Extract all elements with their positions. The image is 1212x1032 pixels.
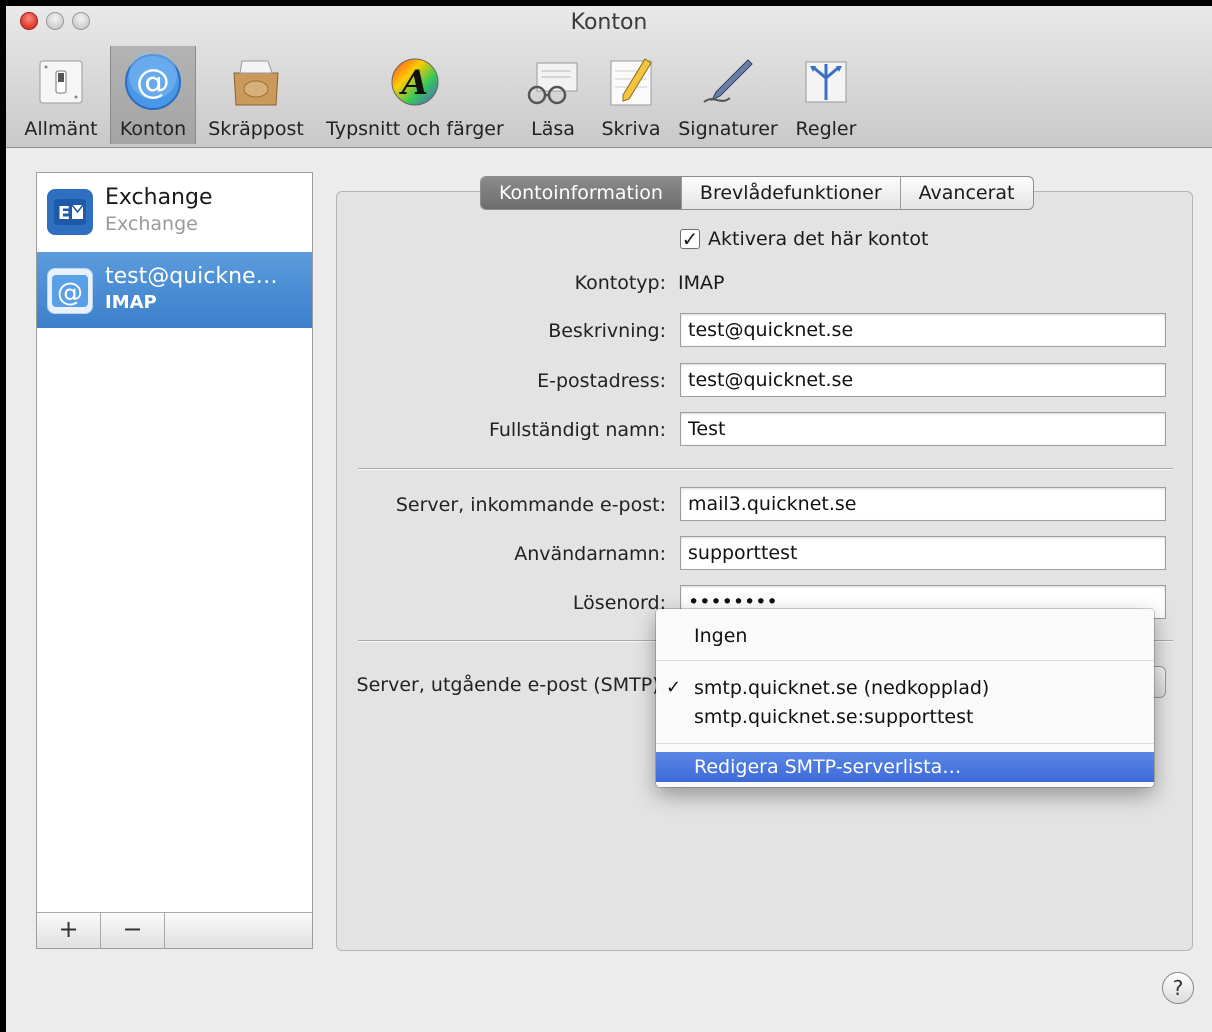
toolbar-label: Allmänt bbox=[24, 118, 98, 140]
add-account-button[interactable]: + bbox=[37, 913, 101, 948]
toolbar-item-typsnitt[interactable]: A Typsnitt och färger bbox=[318, 46, 512, 144]
description-field[interactable] bbox=[680, 313, 1166, 347]
username-label: Användarnamn: bbox=[514, 543, 666, 565]
preferences-window: Konton Allmänt @ Konton Skräppost A Typs… bbox=[6, 6, 1212, 1032]
toolbar-item-regler[interactable]: Regler bbox=[790, 46, 862, 144]
junk-mail-icon bbox=[224, 52, 288, 112]
toolbar-label: Typsnitt och färger bbox=[326, 118, 504, 140]
svg-text:@: @ bbox=[136, 62, 170, 102]
tab-avancerat[interactable]: Avancerat bbox=[901, 177, 1033, 209]
menu-item-smtp-nedkopplad[interactable]: ✓ smtp.quicknet.se (nedkopplad) bbox=[656, 673, 1154, 703]
enable-account-checkbox[interactable]: ✓ bbox=[680, 227, 700, 251]
account-item-exchange[interactable]: E Exchange Exchange bbox=[37, 173, 312, 249]
fountain-pen-icon bbox=[696, 52, 760, 112]
menu-separator bbox=[656, 660, 1154, 661]
svg-text:A: A bbox=[399, 63, 428, 103]
checkmark-icon: ✓ bbox=[681, 227, 699, 251]
at-sign-icon: @ bbox=[121, 52, 185, 112]
checkmark-icon: ✓ bbox=[666, 677, 682, 698]
tab-kontoinformation[interactable]: Kontoinformation bbox=[481, 177, 682, 209]
toolbar-item-signaturer[interactable]: Signaturer bbox=[674, 46, 782, 144]
account-list: E Exchange Exchange @ test@quickne… IMAP… bbox=[36, 172, 313, 949]
svg-text:@: @ bbox=[57, 278, 83, 308]
pencil-notepad-icon bbox=[599, 52, 663, 112]
menu-separator bbox=[656, 743, 1154, 744]
menu-item-label: Ingen bbox=[694, 625, 748, 647]
toolbar-label: Konton bbox=[119, 118, 187, 140]
account-type-label: Kontotyp: bbox=[574, 272, 666, 294]
description-label: Beskrivning: bbox=[548, 320, 666, 342]
fonts-colors-icon: A bbox=[383, 52, 447, 112]
toolbar-item-skrappost[interactable]: Skräppost bbox=[204, 46, 308, 144]
toolbar-item-skriva[interactable]: Skriva bbox=[594, 46, 668, 144]
account-item-imap[interactable]: @ test@quickne… IMAP bbox=[37, 252, 312, 328]
outgoing-server-label: Server, utgående e-post (SMTP): bbox=[356, 674, 666, 696]
menu-item-ingen[interactable]: Ingen bbox=[656, 621, 1154, 651]
at-sign-icon: @ bbox=[47, 268, 93, 314]
help-button[interactable]: ? bbox=[1162, 972, 1194, 1004]
account-settings-panel bbox=[336, 191, 1193, 951]
username-field[interactable] bbox=[680, 536, 1166, 570]
menu-item-smtp-supporttest[interactable]: smtp.quicknet.se:supporttest bbox=[656, 702, 1154, 732]
reading-glasses-icon bbox=[521, 52, 585, 112]
toolbar-label: Skriva bbox=[601, 118, 661, 140]
tab-brevladefunktioner[interactable]: Brevlådefunktioner bbox=[682, 177, 901, 209]
exchange-icon: E bbox=[47, 189, 93, 235]
toolbar-label: Signaturer bbox=[678, 118, 778, 140]
incoming-server-label: Server, inkommande e-post: bbox=[395, 494, 666, 516]
account-name: Exchange bbox=[105, 185, 213, 210]
toolbar-item-allmant[interactable]: Allmänt bbox=[18, 46, 104, 144]
account-type-value: IMAP bbox=[678, 272, 725, 294]
toolbar-item-konton[interactable]: @ Konton bbox=[110, 46, 196, 144]
menu-item-edit-smtp-list[interactable]: Redigera SMTP-serverlista… bbox=[656, 752, 1154, 782]
menu-item-label: smtp.quicknet.se (nedkopplad) bbox=[694, 677, 990, 699]
rules-arrows-icon bbox=[794, 52, 858, 112]
smtp-server-menu: Ingen ✓ smtp.quicknet.se (nedkopplad) smt… bbox=[656, 609, 1154, 787]
email-label: E-postadress: bbox=[537, 370, 666, 392]
remove-account-button[interactable]: − bbox=[101, 913, 165, 948]
password-label: Lösenord: bbox=[572, 592, 666, 614]
menu-item-label: Redigera SMTP-serverlista… bbox=[694, 756, 962, 778]
separator bbox=[358, 468, 1173, 469]
settings-tabs: Kontoinformation Brevlådefunktioner Avan… bbox=[480, 176, 1034, 210]
toolbar-label: Skräppost bbox=[208, 118, 304, 140]
incoming-server-field[interactable] bbox=[680, 487, 1166, 521]
toolbar-item-lasa[interactable]: Läsa bbox=[520, 46, 586, 144]
enable-account-row: ✓ Aktivera det här kontot bbox=[680, 227, 929, 251]
fullname-field[interactable] bbox=[680, 412, 1166, 446]
light-switch-icon bbox=[29, 52, 93, 112]
menu-item-label: smtp.quicknet.se:supporttest bbox=[694, 706, 974, 728]
toolbar-label: Läsa bbox=[531, 118, 575, 140]
fullname-label: Fullständigt namn: bbox=[488, 419, 666, 441]
toolbar-label: Regler bbox=[795, 118, 857, 140]
account-type: Exchange bbox=[105, 213, 198, 235]
svg-text:E: E bbox=[58, 203, 70, 224]
email-field[interactable] bbox=[680, 363, 1166, 397]
account-list-toolbar: + − bbox=[37, 912, 312, 948]
account-name: test@quickne… bbox=[105, 264, 278, 289]
window-title: Konton bbox=[570, 10, 648, 35]
title-toolbar: Konton Allmänt @ Konton Skräppost A Typs… bbox=[6, 6, 1212, 148]
enable-account-label: Aktivera det här kontot bbox=[708, 228, 929, 250]
account-type: IMAP bbox=[105, 292, 157, 313]
